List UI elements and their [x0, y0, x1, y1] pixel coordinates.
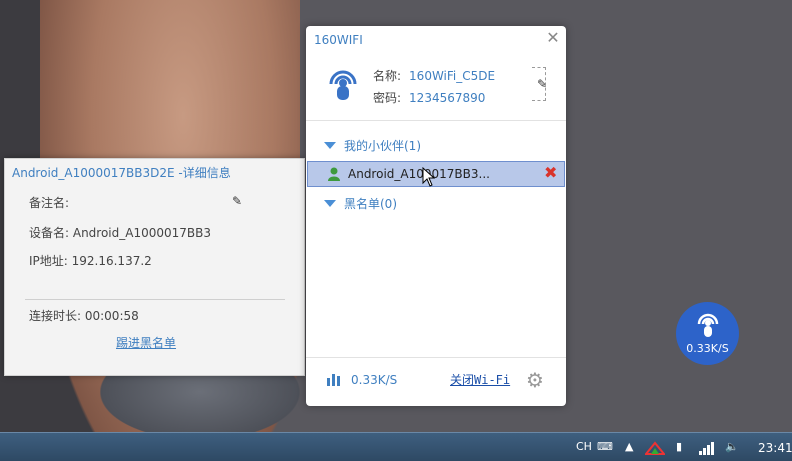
device-detail-panel: Android_A1000017BB3D2E -详细信息 备注名: ✎ 设备名:… — [4, 158, 305, 376]
header-divider — [306, 120, 566, 121]
edit-remark-icon[interactable]: ✎ — [232, 194, 246, 208]
wifi-logo-icon — [697, 313, 719, 337]
detail-divider — [25, 299, 285, 300]
clipboard-icon[interactable]: ▮ — [676, 440, 682, 453]
device-name-row: 设备名: Android_A1000017BB3 — [29, 226, 212, 240]
language-indicator[interactable]: CH — [576, 440, 592, 453]
close-wifi-link[interactable]: 关闭Wi-Fi — [450, 371, 510, 388]
speed-value: 0.33K/S — [351, 373, 398, 387]
connection-duration-row: 连接时长: 00:00:58 — [29, 309, 139, 323]
delete-icon[interactable]: ✖ — [544, 163, 557, 182]
ip-address-row: IP地址: 192.16.137.2 — [29, 254, 152, 268]
group-blacklist[interactable]: 黑名单(0) — [324, 195, 397, 212]
wifi-name-label: 名称: — [373, 69, 402, 83]
wifi-name-value: 160WiFi_C5DE — [409, 69, 496, 83]
device-list-item[interactable]: Android_A100017BB3... ✖ — [307, 161, 565, 187]
group-blacklist-label: 黑名单(0) — [344, 197, 397, 211]
detail-title: Android_A1000017BB3D2E -详细信息 — [12, 166, 231, 180]
remark-label: 备注名: — [29, 196, 70, 210]
gear-icon[interactable]: ⚙ — [526, 368, 544, 392]
group-friends[interactable]: 我的小伙伴(1) — [324, 137, 421, 154]
wifi-logo-icon — [329, 70, 357, 100]
app-tray-icon[interactable] — [645, 441, 665, 455]
taskbar: CH ⌨ ▲ ▮ 🔈 23:41 — [0, 432, 792, 461]
close-icon[interactable]: ✕ — [544, 29, 562, 47]
floating-speed-widget[interactable]: 0.33K/S — [676, 302, 739, 365]
cursor-icon — [422, 167, 436, 187]
taskbar-clock[interactable]: 23:41 — [758, 441, 792, 455]
floating-speed-value: 0.33K/S — [686, 342, 729, 355]
device-list-name: Android_A100017BB3... — [348, 167, 490, 181]
person-icon — [328, 167, 340, 181]
blacklist-link[interactable]: 踢进黑名单 — [116, 334, 176, 351]
wifi-password-value: 1234567890 — [409, 91, 486, 105]
edit-icon[interactable]: ✎ — [537, 77, 547, 91]
wifi-password-label: 密码: — [373, 91, 402, 105]
show-hidden-icons[interactable]: ▲ — [625, 440, 633, 453]
speed-bars-icon — [327, 374, 340, 386]
volume-icon[interactable]: 🔈 — [725, 440, 739, 453]
triangle-down-icon — [324, 200, 336, 207]
keyboard-icon[interactable]: ⌨ — [597, 440, 613, 453]
triangle-down-icon — [324, 142, 336, 149]
group-friends-label: 我的小伙伴(1) — [344, 139, 421, 153]
wifi-window: 160WIFI ✕ 名称: 160WiFi_C5DE 密码: 1234567890 … — [306, 26, 566, 406]
network-icon[interactable] — [699, 441, 715, 455]
wifi-name-row: 名称: 160WiFi_C5DE — [373, 67, 495, 84]
app-title: 160WIFI — [314, 33, 363, 47]
wifi-password-row: 密码: 1234567890 — [373, 89, 485, 106]
footer-divider — [306, 357, 566, 358]
